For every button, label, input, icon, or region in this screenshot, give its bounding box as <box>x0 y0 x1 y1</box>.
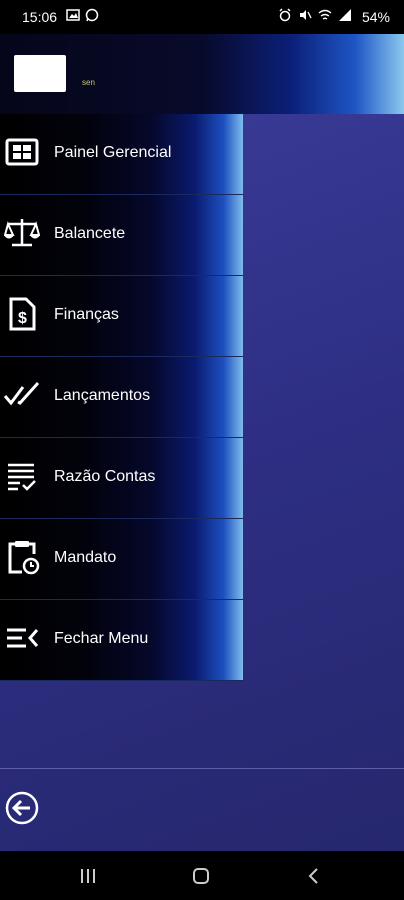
drawer-menu: Painel Gerencial Balancete $ Finanças La… <box>0 114 243 686</box>
gallery-icon <box>66 9 80 21</box>
menu-item-razao-contas[interactable]: Razão Contas <box>0 438 243 519</box>
bottom-divider <box>0 768 404 769</box>
signal-icon <box>339 9 351 21</box>
back-nav-icon[interactable] <box>304 866 324 886</box>
menu-item-financas[interactable]: $ Finanças <box>0 276 243 357</box>
dashboard-icon <box>5 138 39 166</box>
menu-item-balancete[interactable]: Balancete <box>0 195 243 276</box>
ledger-list-icon <box>8 463 36 491</box>
mute-icon <box>300 10 312 20</box>
wifi-icon <box>318 9 332 20</box>
menu-item-label: Finanças <box>54 306 119 323</box>
back-arrow-icon[interactable] <box>4 790 40 826</box>
menu-item-mandato[interactable]: Mandato <box>0 519 243 600</box>
menu-item-label: Lançamentos <box>54 387 151 404</box>
status-left-icons <box>66 8 99 22</box>
app-logo <box>14 55 66 92</box>
status-time: 15:06 <box>22 9 58 25</box>
double-check-icon <box>4 381 40 406</box>
clipboard-clock-icon <box>8 541 40 575</box>
home-icon[interactable] <box>191 866 211 886</box>
close-menu-icon <box>7 628 39 648</box>
menu-item-fechar-menu[interactable]: Fechar Menu <box>0 600 243 681</box>
whatsapp-icon <box>85 8 99 22</box>
menu-item-label: Balancete <box>54 225 126 242</box>
battery-level: 54% <box>361 9 390 25</box>
status-bar: 15:06 54% <box>0 0 404 34</box>
menu-item-label: Fechar Menu <box>54 630 149 647</box>
menu-item-lancamentos[interactable]: Lançamentos <box>0 357 243 438</box>
alarm-icon <box>279 8 291 22</box>
scale-icon <box>4 219 40 247</box>
app-header: sen <box>0 34 404 114</box>
system-nav-bar <box>0 851 404 900</box>
finance-document-icon: $ <box>9 297 36 331</box>
menu-item-painel-gerencial[interactable]: Painel Gerencial <box>0 114 243 195</box>
recent-apps-icon[interactable] <box>78 866 98 886</box>
svg-text:$: $ <box>18 310 27 327</box>
status-right-icons <box>278 8 352 22</box>
header-tag: sen <box>82 78 95 87</box>
menu-item-label: Painel Gerencial <box>54 144 172 161</box>
menu-item-label: Mandato <box>54 549 117 566</box>
menu-item-label: Razão Contas <box>54 468 156 485</box>
